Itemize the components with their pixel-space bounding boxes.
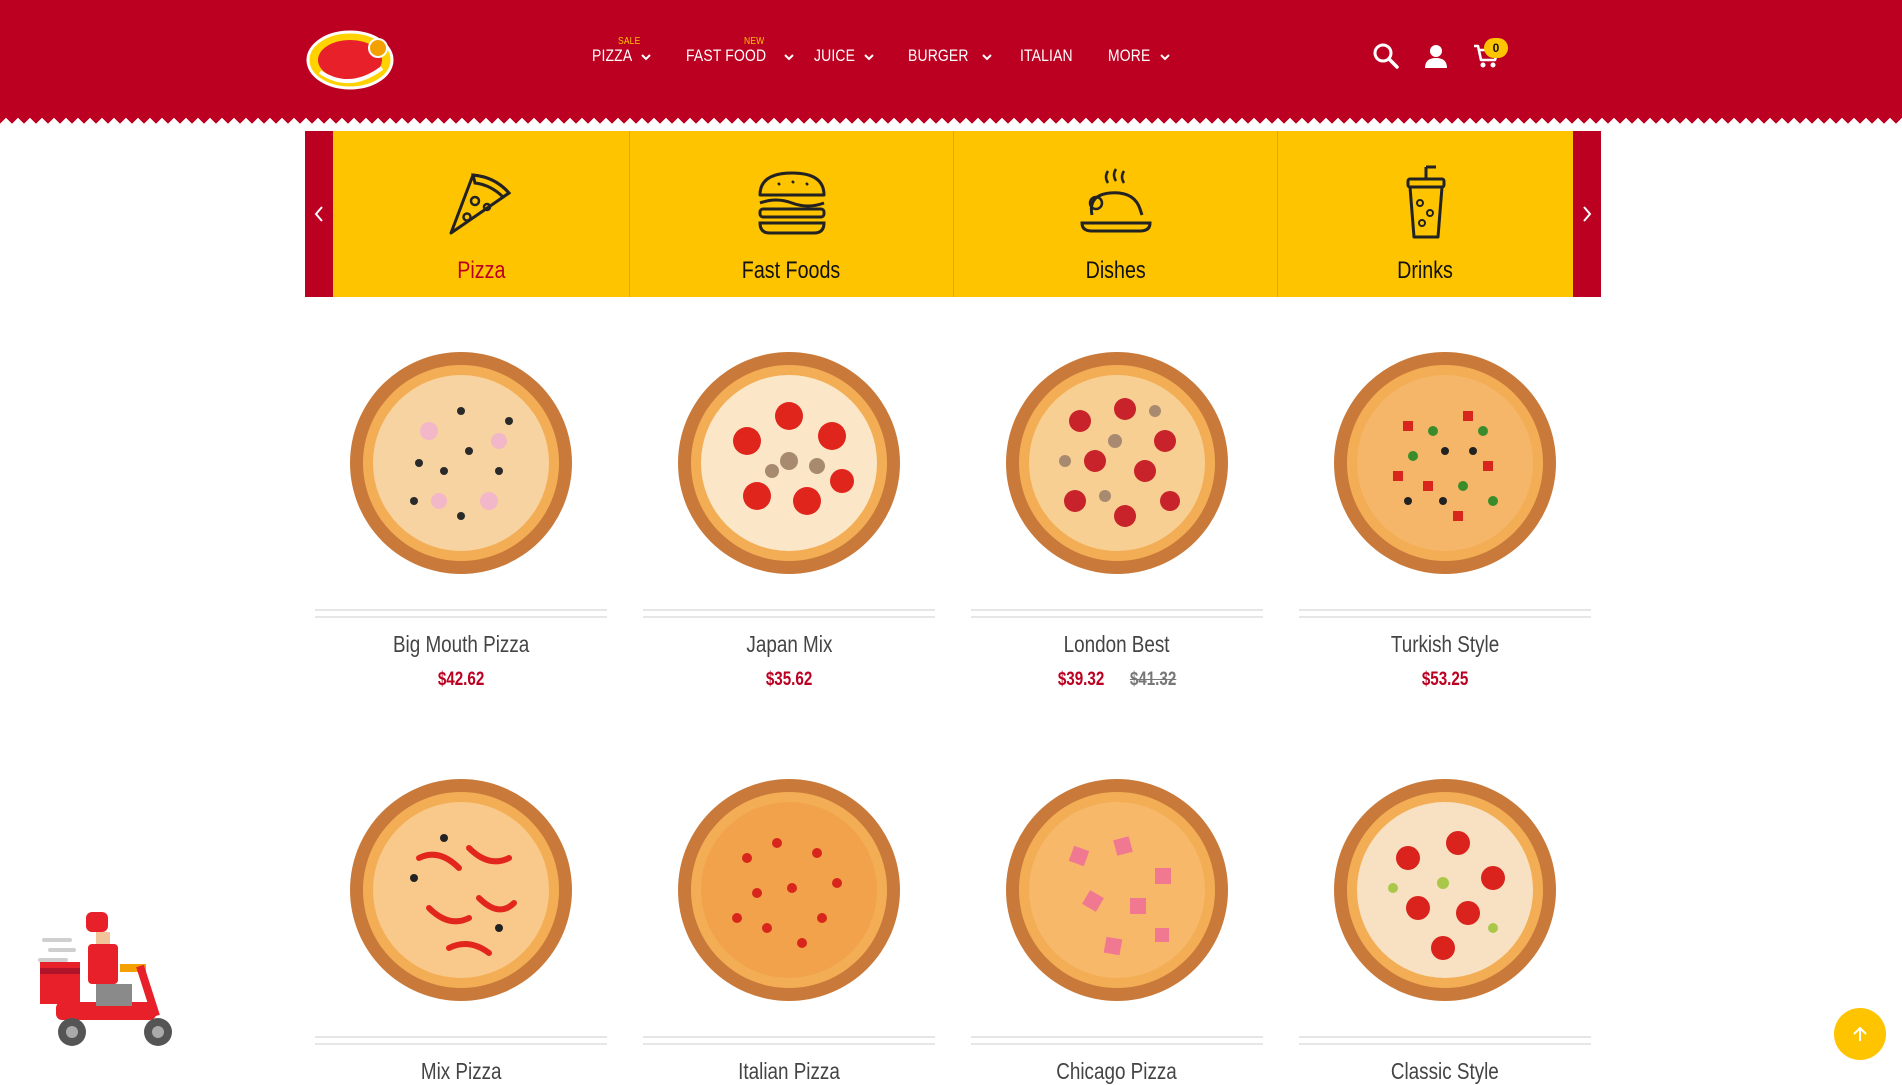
delivery-scooter-icon[interactable] (36, 906, 188, 1058)
carousel-prev-button[interactable] (305, 131, 333, 297)
product-price: $53.25 (1421, 669, 1469, 690)
chevron-down-icon (1160, 53, 1170, 60)
product-name[interactable]: Mix Pizza (315, 1058, 607, 1085)
card-divider (315, 609, 607, 618)
category-dishes[interactable]: Dishes (954, 131, 1277, 297)
product-name[interactable]: Big Mouth Pizza (315, 631, 607, 658)
cart-count-badge: 0 (1484, 38, 1508, 58)
product-name[interactable]: Chicago Pizza (971, 1058, 1263, 1085)
chevron-left-icon (314, 206, 323, 222)
category-label: Dishes (1085, 257, 1146, 284)
product-card[interactable]: Chicago Pizza (971, 778, 1263, 1084)
pizza-image[interactable] (1333, 778, 1557, 1002)
burger-icon (757, 171, 826, 235)
arrow-up-icon (1853, 1026, 1867, 1041)
chevron-down-icon (641, 53, 651, 60)
product-card[interactable]: Big Mouth Pizza $42.62 (315, 351, 607, 701)
search-icon[interactable] (1372, 42, 1400, 70)
product-card[interactable]: Turkish Style $53.25 (1299, 351, 1591, 701)
product-price: $35.62 (765, 669, 813, 690)
card-divider (643, 609, 935, 618)
card-divider (971, 609, 1263, 618)
product-price: $42.62 (437, 669, 485, 690)
category-drinks[interactable]: Drinks (1278, 131, 1573, 297)
pizza-image[interactable] (349, 351, 573, 575)
card-divider (1299, 1036, 1591, 1045)
product-card[interactable]: Mix Pizza (315, 778, 607, 1084)
roast-chicken-icon (1079, 168, 1152, 233)
nav-burger[interactable]: BURGER (908, 46, 993, 66)
chevron-down-icon (864, 53, 874, 60)
product-card[interactable]: London Best $39.32 $41.32 (971, 351, 1263, 701)
product-name[interactable]: London Best (971, 631, 1263, 658)
back-to-top-button[interactable] (1834, 1008, 1886, 1060)
user-icon[interactable] (1422, 42, 1450, 70)
pizza-image[interactable] (1333, 351, 1557, 575)
pizza-slice-icon (449, 173, 512, 235)
product-name[interactable]: Classic Style (1299, 1058, 1591, 1085)
pizza-image[interactable] (677, 351, 901, 575)
header-zigzag-edge (0, 112, 1902, 124)
card-divider (1299, 609, 1591, 618)
nav-pizza[interactable]: SALE PIZZA (592, 36, 652, 66)
product-card[interactable]: Japan Mix $35.62 (643, 351, 935, 701)
pizza-image[interactable] (1005, 778, 1229, 1002)
main-nav: SALE PIZZA NEW FAST FOOD JUICE BURGER IT… (578, 0, 1298, 112)
nav-juice[interactable]: JUICE (814, 46, 875, 66)
product-card[interactable]: Classic Style (1299, 778, 1591, 1084)
site-header: SALE PIZZA NEW FAST FOOD JUICE BURGER IT… (0, 0, 1902, 112)
chevron-down-icon (982, 53, 992, 60)
chevron-right-icon (1583, 206, 1592, 222)
pizza-image[interactable] (1005, 351, 1229, 575)
category-label: Pizza (456, 257, 506, 284)
category-fast-foods[interactable]: Fast Foods (630, 131, 953, 297)
category-label: Fast Foods (742, 257, 841, 284)
product-card[interactable]: Italian Pizza (643, 778, 935, 1084)
card-divider (643, 1036, 935, 1045)
card-divider (315, 1036, 607, 1045)
product-name[interactable]: Japan Mix (643, 631, 935, 658)
chevron-down-icon (784, 53, 794, 60)
card-divider (971, 1036, 1263, 1045)
category-pizza[interactable]: Pizza (333, 131, 629, 297)
product-name[interactable]: Italian Pizza (643, 1058, 935, 1085)
drink-cup-icon (1406, 165, 1445, 239)
product-price: $39.32 $41.32 (1057, 669, 1177, 690)
pizza-image[interactable] (349, 778, 573, 1002)
nav-fast-food[interactable]: NEW FAST FOOD (686, 36, 795, 66)
logo[interactable] (306, 28, 394, 90)
carousel-next-button[interactable] (1573, 131, 1601, 297)
nav-italian[interactable]: ITALIAN (1020, 46, 1084, 66)
old-price: $41.32 (1129, 669, 1177, 690)
category-label: Drinks (1397, 257, 1454, 284)
product-name[interactable]: Turkish Style (1299, 631, 1591, 658)
pizza-image[interactable] (677, 778, 901, 1002)
nav-more[interactable]: MORE (1108, 46, 1171, 66)
